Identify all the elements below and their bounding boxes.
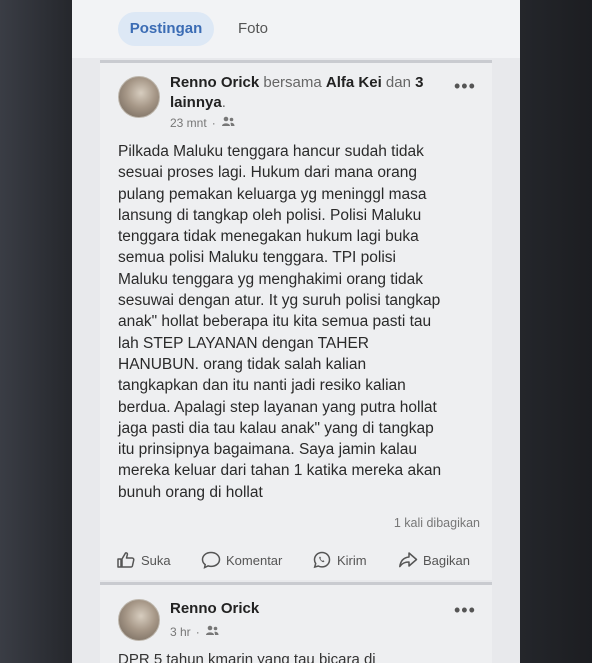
post-body: DPR 5 tahun kmarin yang tau bicara di [118,651,376,663]
comment-icon [201,551,221,569]
share-count[interactable]: 1 kali dibagikan [370,516,480,530]
like-label: Suka [141,552,171,568]
dot-separator: · [211,116,216,130]
post-card: Renno Orick ••• 3 hr · DPR 5 tahun kmari… [100,585,492,663]
avatar[interactable] [118,599,160,641]
action-bar: Suka Komentar Kirim Bagikan [100,550,492,570]
comment-label: Komentar [226,552,283,568]
share-label: Bagikan [423,552,470,568]
post-meta: 3 hr · [170,625,219,639]
author-name[interactable]: Renno Orick [170,600,259,617]
others-count[interactable]: 3 [415,74,423,91]
tagged-name[interactable]: Alfa Kei [326,74,382,91]
tab-foto[interactable]: Foto [232,12,274,46]
right-background [520,0,592,663]
dot-separator: · [195,625,200,639]
others-label[interactable]: lainnya [170,94,222,111]
whatsapp-icon [312,551,332,569]
thumbs-up-icon [116,551,136,569]
author-name[interactable]: Renno Orick [170,74,259,91]
send-label: Kirim [337,552,367,568]
tab-postingan[interactable]: Postingan [118,12,214,46]
with-word: bersama [263,74,322,91]
like-button[interactable]: Suka [116,551,171,569]
friends-icon [221,116,235,130]
send-button[interactable]: Kirim [312,551,367,569]
post-header: Renno Orick bersama Alfa Kei dan 3 lainn… [170,73,450,113]
avatar[interactable] [118,76,160,118]
more-options-icon[interactable]: ••• [454,77,476,95]
post-time[interactable]: 3 hr [170,625,191,639]
share-button[interactable]: Bagikan [398,551,470,569]
post-body: Pilkada Maluku tenggara hancur sudah tid… [118,143,442,501]
post-meta: 23 mnt · [170,116,235,130]
period: . [221,94,226,111]
and-word: dan [385,74,411,91]
share-arrow-icon [398,551,418,569]
post-time[interactable]: 23 mnt [170,116,207,130]
profile-tabs: Postingan Foto [72,0,520,58]
post-card: Renno Orick bersama Alfa Kei dan 3 lainn… [100,63,492,580]
left-background [0,0,72,663]
more-options-icon[interactable]: ••• [454,601,476,619]
friends-icon [205,625,219,639]
post-header: Renno Orick [170,599,259,619]
phone-screen: Postingan Foto Renno Orick bersama Alfa … [72,0,520,663]
comment-button[interactable]: Komentar [201,551,282,569]
